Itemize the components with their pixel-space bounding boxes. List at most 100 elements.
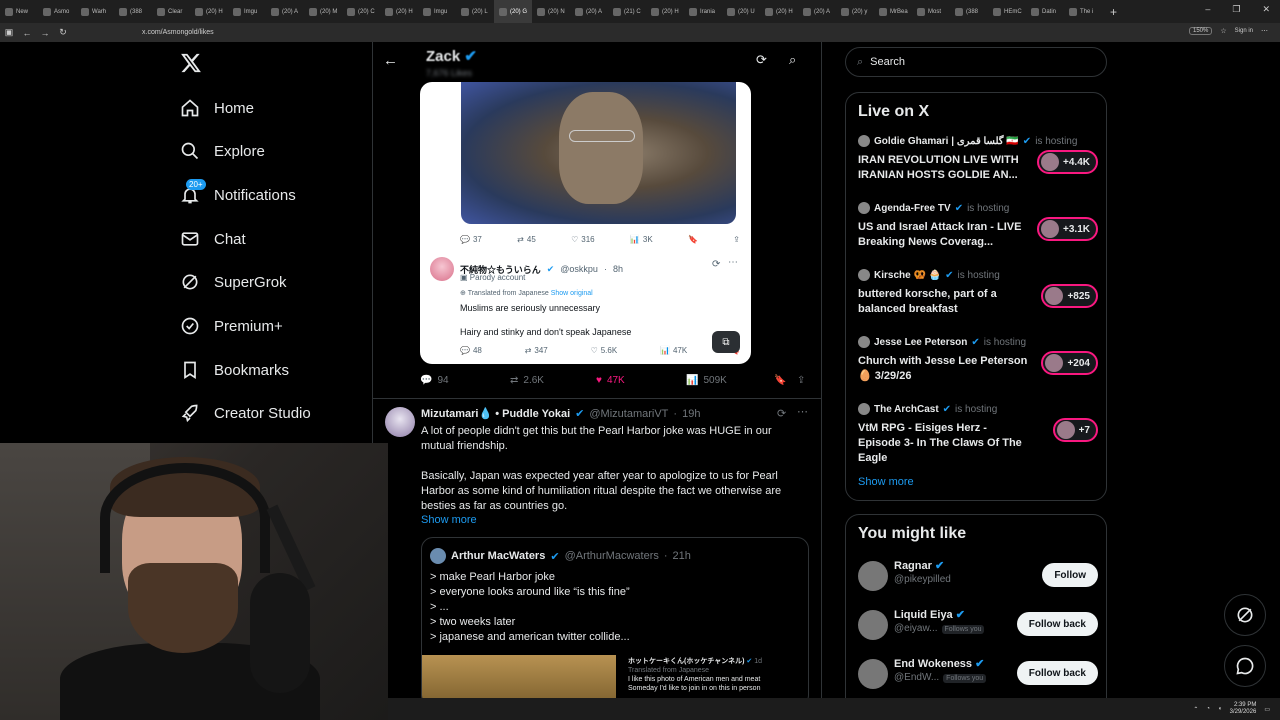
x-logo-icon[interactable]	[180, 52, 202, 74]
browser-tab[interactable]: (20) L	[456, 0, 494, 23]
nav-home[interactable]: Home	[180, 93, 254, 123]
browser-tab[interactable]: (20) U	[722, 0, 760, 23]
live-listener-count[interactable]: +204	[1041, 351, 1098, 375]
views-button[interactable]: 📊 47K	[660, 346, 687, 355]
browser-tab[interactable]: (20) H	[380, 0, 418, 23]
like-button-active[interactable]: ♥ 47K	[596, 375, 625, 386]
reply-button[interactable]: 💬 37	[460, 235, 482, 244]
live-item[interactable]: The ArchCast ✔ is hosting VtM RPG - Eisiges…	[858, 403, 1098, 466]
browser-tab[interactable]: (20) N	[532, 0, 570, 23]
url-field[interactable]: x.com/Asmongold/likes	[142, 29, 214, 36]
reload-icon[interactable]: ↻	[54, 27, 72, 38]
browser-tab[interactable]: Imgu	[228, 0, 266, 23]
more-icon[interactable]: ⋯	[797, 405, 808, 418]
browser-tab[interactable]: (20) y	[836, 0, 874, 23]
browser-tab[interactable]: Most	[912, 0, 950, 23]
live-item[interactable]: Agenda-Free TV ✔ is hosting US and Israel A…	[858, 202, 1098, 250]
more-icon[interactable]: ⋯	[728, 257, 738, 268]
back-icon[interactable]: ←	[18, 28, 36, 38]
browser-tab[interactable]: Datin	[1026, 0, 1064, 23]
grok-float-button[interactable]	[1224, 594, 1266, 636]
browser-tab[interactable]: New	[0, 0, 38, 23]
live-listener-count[interactable]: +3.1K	[1037, 217, 1098, 241]
sidebar-toggle-icon[interactable]: ▣	[0, 27, 18, 38]
author-handle[interactable]: @MizutamariVT	[589, 408, 668, 420]
post-image[interactable]	[461, 82, 736, 224]
nav-notifications[interactable]: 20+ Notifications	[180, 179, 296, 210]
follow-name[interactable]: Liquid Eiya ✔	[894, 608, 965, 621]
repost-button[interactable]: ⇄ 45	[517, 235, 536, 244]
follow-button[interactable]: Follow back	[1016, 612, 1098, 636]
browser-tab[interactable]: (20) A	[570, 0, 608, 23]
close-window-button[interactable]: ✕	[1262, 4, 1270, 15]
live-listener-count[interactable]: +4.4K	[1037, 150, 1098, 174]
grok-icon[interactable]: ⟳	[777, 407, 786, 420]
sign-in-button[interactable]: Sign in	[1235, 28, 1253, 34]
browser-tab[interactable]: (388	[950, 0, 988, 23]
browser-tab[interactable]: Clear	[152, 0, 190, 23]
browser-tab[interactable]: (20) M	[304, 0, 342, 23]
zoom-indicator[interactable]: 150%	[1189, 27, 1213, 35]
bookmark-icon[interactable]: 🔖	[688, 235, 698, 244]
views-button[interactable]: 📊 3K	[630, 235, 653, 244]
maximize-button[interactable]: ❐	[1232, 4, 1240, 15]
wifi-icon[interactable]: ◔	[1206, 706, 1210, 712]
follow-suggestion[interactable]: Liquid Eiya ✔ @eiyaw... Follows you Follow …	[858, 608, 1098, 642]
volume-icon[interactable]: ◖	[1218, 706, 1222, 712]
nav-chat[interactable]: Chat	[180, 224, 246, 254]
share-icon[interactable]: ⇪	[797, 375, 805, 386]
browser-tab[interactable]: (388	[114, 0, 152, 23]
author-handle[interactable]: @oskkpu	[560, 264, 598, 274]
follow-name[interactable]: Ragnar ✔	[894, 559, 944, 572]
like-button[interactable]: ♡ 316	[571, 235, 595, 244]
avatar[interactable]	[858, 561, 888, 591]
browser-tab[interactable]: Asmo	[38, 0, 76, 23]
browser-tab[interactable]: (20) H	[646, 0, 684, 23]
avatar[interactable]	[858, 610, 888, 640]
menu-icon[interactable]: ⋯	[1261, 27, 1268, 35]
follow-button[interactable]: Follow	[1042, 563, 1098, 587]
repost-button[interactable]: ⇄ 347	[525, 346, 548, 355]
live-item[interactable]: Kirsche 🥨 🧁 ✔ is hosting buttered korsche, …	[858, 269, 1098, 317]
browser-tab[interactable]: (21) C	[608, 0, 646, 23]
browser-tab[interactable]: (20) A	[266, 0, 304, 23]
live-listener-count[interactable]: +825	[1041, 284, 1098, 308]
live-item[interactable]: Jesse Lee Peterson ✔ is hosting Church with…	[858, 336, 1098, 384]
new-tab-button[interactable]: +	[1110, 5, 1117, 19]
repost-button[interactable]: ⇄ 2.6K	[510, 375, 544, 386]
back-arrow-icon[interactable]: ←	[383, 52, 398, 69]
nav-supergrok[interactable]: SuperGrok	[180, 267, 287, 297]
search-input[interactable]: ⌕ Search	[845, 47, 1107, 77]
share-icon[interactable]: ⇪	[733, 235, 740, 244]
browser-tab[interactable]: MrBea	[874, 0, 912, 23]
bookmark-icon[interactable]: 🔖	[774, 375, 786, 386]
nav-premium[interactable]: Premium+	[180, 311, 283, 341]
search-icon[interactable]: ⌕	[789, 52, 796, 68]
browser-tab[interactable]: Imgu	[418, 0, 456, 23]
grok-icon[interactable]: ⟳	[712, 259, 720, 270]
live-listener-count[interactable]: +7	[1052, 418, 1098, 442]
avatar[interactable]	[385, 407, 415, 437]
system-clock[interactable]: 2:39 PM 3/29/2026	[1230, 702, 1257, 716]
like-button[interactable]: ♡ 5.6K	[591, 346, 618, 355]
browser-tab[interactable]: (20) C	[342, 0, 380, 23]
follow-name[interactable]: End Wokeness ✔	[894, 657, 984, 670]
follow-button[interactable]: Follow back	[1016, 661, 1098, 685]
avatar[interactable]	[858, 659, 888, 689]
show-original-link[interactable]: Show original	[551, 290, 593, 297]
forward-icon[interactable]: →	[36, 28, 54, 38]
tray-chevron-icon[interactable]: ⌃	[1193, 706, 1198, 713]
minimize-button[interactable]: –	[1205, 4, 1210, 15]
follow-suggestion[interactable]: End Wokeness ✔ @EndW... Follows you Follow …	[858, 657, 1098, 691]
follow-suggestion[interactable]: Ragnar ✔ @pikeypilled Follow	[858, 559, 1098, 593]
browser-tab[interactable]: Warh	[76, 0, 114, 23]
messages-float-button[interactable]	[1224, 645, 1266, 687]
views-button[interactable]: 📊 509K	[686, 375, 727, 386]
browser-tab[interactable]: HEmC	[988, 0, 1026, 23]
avatar[interactable]	[430, 257, 454, 281]
author-name[interactable]: Mizutamari💧 • Puddle Yokai	[421, 407, 570, 420]
browser-tab[interactable]: The i	[1064, 0, 1102, 23]
show-more-link[interactable]: Show more	[421, 514, 477, 526]
live-item[interactable]: Goldie Ghamari | گلسا قمری 🇮🇷 ✔ is hosting…	[858, 135, 1098, 183]
favorite-icon[interactable]: ☆	[1220, 27, 1226, 35]
